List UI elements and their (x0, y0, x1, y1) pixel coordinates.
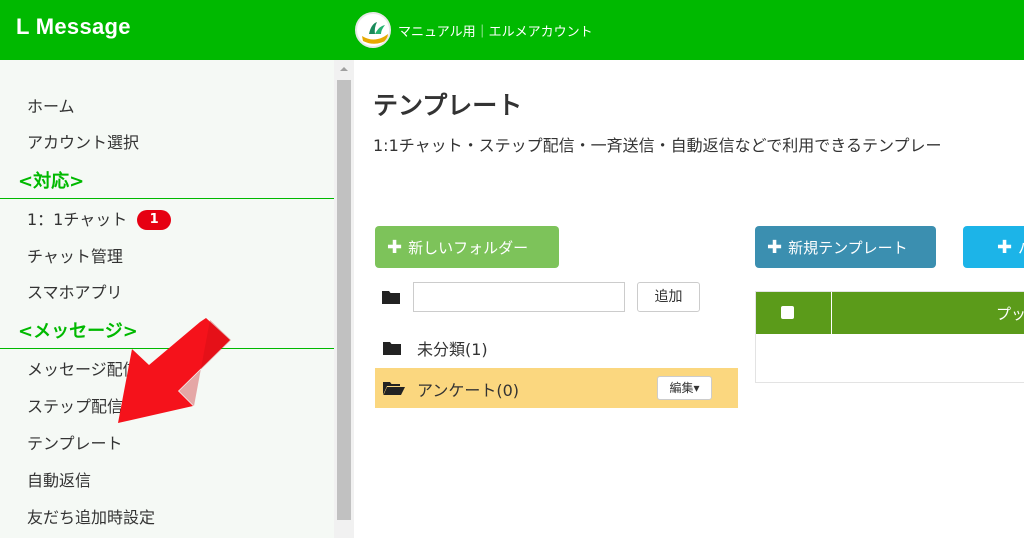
add-folder-button[interactable]: 追加 (637, 282, 700, 312)
button-label: パ (1018, 237, 1024, 258)
button-label: 新しいフォルダー (408, 238, 529, 257)
top-bar: L Message マニュアル用｜エルメアカウント (0, 0, 1024, 60)
folder-icon (382, 291, 400, 304)
red-arrow-annotation-icon (118, 318, 231, 423)
sidebar-item-chat-management[interactable]: チャット管理 (27, 243, 123, 267)
sidebar-item-1on1-chat[interactable]: 1：1チャット 1 (27, 206, 172, 230)
scroll-up-arrow-icon[interactable] (334, 62, 354, 76)
sidebar-scrollbar[interactable] (334, 60, 354, 538)
sidebar-item-template[interactable]: テンプレート (27, 430, 123, 454)
template-table: プッ (755, 291, 1024, 383)
new-folder-button[interactable]: ✚ 新しいフォルダー (375, 226, 559, 268)
sidebar-item-step-broadcast[interactable]: ステップ配信 (27, 393, 123, 417)
select-all-cell (756, 292, 832, 334)
sidebar: ホーム アカウント選択 <対応> 1：1チャット 1 チャット管理 スマホアプリ … (0, 60, 334, 538)
plus-icon: ✚ (387, 236, 403, 258)
account-name[interactable]: マニュアル用｜エルメアカウント (398, 21, 593, 40)
sidebar-item-auto-reply[interactable]: 自動返信 (27, 467, 91, 491)
account-logo-icon (359, 16, 389, 46)
folder-edit-dropdown[interactable]: 編集▾ (657, 376, 712, 400)
sidebar-item-smartphone-app[interactable]: スマホアプリ (27, 279, 123, 303)
button-label: 新規テンプレート (788, 238, 908, 257)
select-all-checkbox[interactable] (781, 306, 794, 319)
sidebar-item-label: 1：1チャット (27, 210, 128, 229)
new-template-button[interactable]: ✚ 新規テンプレート (755, 226, 936, 268)
folder-item-uncategorized[interactable]: 未分類(1) (375, 327, 738, 367)
folder-label: 未分類(1) (417, 340, 488, 359)
table-header: プッ (756, 292, 1024, 334)
unread-badge: 1 (137, 210, 172, 230)
page-description: 1:1チャット・ステップ配信・一斉送信・自動返信などで利用できるテンプレー (373, 136, 942, 155)
sidebar-section-support: <対応> (0, 161, 334, 199)
scrollbar-thumb[interactable] (337, 80, 351, 520)
brand-logo[interactable]: L Message (16, 14, 131, 40)
folder-icon (383, 342, 401, 355)
sidebar-item-friend-add-settings[interactable]: 友だち追加時設定 (27, 504, 155, 528)
folder-name-input[interactable] (413, 282, 625, 312)
sidebar-section-label: <対応> (18, 171, 85, 192)
sidebar-item-account-select[interactable]: アカウント選択 (27, 129, 139, 153)
folder-item-survey[interactable]: アンケート(0) 編集▾ (375, 368, 738, 408)
folder-open-icon (383, 382, 405, 395)
plus-icon: ✚ (767, 236, 783, 258)
page-title: テンプレート (373, 91, 523, 120)
new-item-button[interactable]: ✚ パ (963, 226, 1024, 268)
account-avatar[interactable] (355, 12, 391, 48)
table-column-header: プッ (996, 305, 1024, 323)
folder-label: アンケート(0) (417, 381, 520, 400)
plus-icon: ✚ (997, 236, 1013, 258)
sidebar-item-home[interactable]: ホーム (27, 93, 75, 117)
